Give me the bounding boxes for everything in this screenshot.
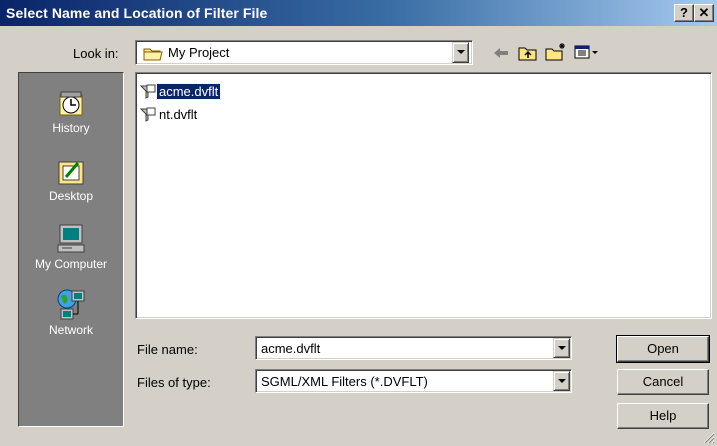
dialog-title: Select Name and Location of Filter File [6, 5, 268, 21]
place-my-computer-label: My Computer [34, 257, 108, 271]
look-in-dropdown-button[interactable] [452, 42, 469, 63]
file-name-input[interactable]: acme.dvflt [255, 336, 572, 360]
filter-file-icon [140, 107, 156, 122]
filter-file-icon [140, 84, 156, 99]
place-my-computer[interactable]: My Computer [19, 223, 123, 271]
help-glyph: ? [680, 5, 688, 20]
history-icon [59, 91, 83, 116]
file-type-select[interactable]: SGML/XML Filters (*.DVFLT) [255, 369, 572, 393]
open-button-label: Open [647, 341, 679, 356]
file-name-label: File name: [137, 342, 198, 357]
place-network-label: Network [48, 323, 93, 337]
folder-icon [143, 48, 163, 61]
file-name: acme.dvflt [155, 83, 222, 100]
place-desktop[interactable]: Desktop [19, 157, 123, 203]
network-icon [57, 289, 85, 320]
look-in-label: Look in: [73, 46, 119, 61]
file-type-value: SGML/XML Filters (*.DVFLT) [261, 374, 428, 389]
file-item-acme[interactable]: acme.dvflt [140, 83, 222, 100]
close-glyph: ✕ [698, 5, 710, 20]
file-name-value: acme.dvflt [261, 341, 321, 356]
back-arrow-icon[interactable] [492, 46, 510, 60]
help-button-label: Help [649, 408, 677, 423]
help-title-button[interactable]: ? [674, 4, 694, 22]
new-folder-icon[interactable] [545, 42, 567, 62]
file-name: nt.dvflt [159, 107, 198, 122]
cancel-button[interactable]: Cancel [617, 369, 709, 395]
cancel-button-label: Cancel [642, 374, 684, 389]
place-history-label: History [52, 121, 90, 135]
file-name-dropdown-button[interactable] [553, 338, 570, 358]
place-desktop-label: Desktop [48, 189, 94, 203]
resize-grip-icon[interactable] [703, 432, 715, 444]
close-title-button[interactable]: ✕ [694, 4, 714, 22]
title-bar: Select Name and Location of Filter File … [0, 0, 717, 26]
open-button[interactable]: Open [616, 335, 710, 363]
view-menu-icon[interactable] [574, 45, 600, 59]
file-type-label: Files of type: [137, 375, 211, 390]
place-network[interactable]: Network [19, 287, 123, 337]
places-bar: History Desktop My Computer Network [18, 72, 124, 427]
desktop-icon [58, 161, 84, 185]
look-in-value: My Project [168, 45, 230, 60]
file-type-dropdown-button[interactable] [553, 371, 570, 391]
file-item-nt[interactable]: nt.dvflt [140, 106, 199, 123]
my-computer-icon [57, 224, 85, 253]
help-button[interactable]: Help [617, 403, 709, 429]
place-history[interactable]: History [19, 89, 123, 135]
look-in-combo[interactable]: My Project [135, 40, 473, 65]
file-list[interactable]: acme.dvflt nt.dvflt [135, 72, 712, 319]
up-folder-icon[interactable] [518, 44, 538, 62]
